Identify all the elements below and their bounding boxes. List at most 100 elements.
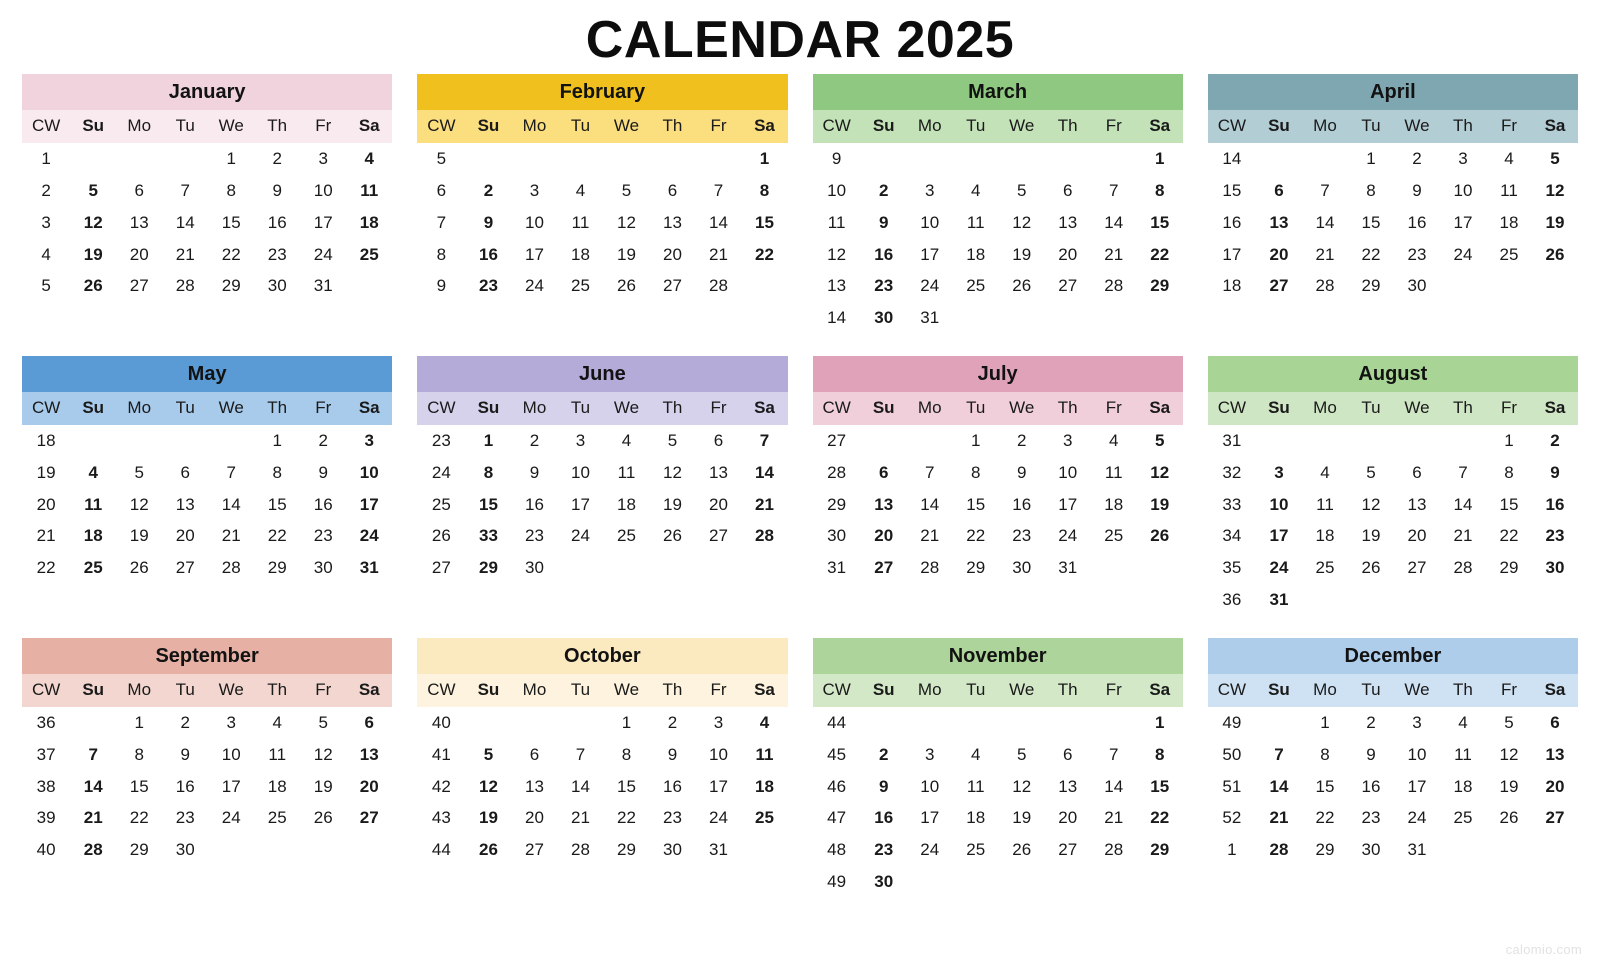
- day-cell[interactable]: 22: [603, 802, 650, 835]
- day-cell[interactable]: 7: [906, 456, 953, 489]
- day-cell[interactable]: 22: [741, 238, 788, 271]
- day-cell[interactable]: 20: [649, 238, 696, 271]
- day-cell[interactable]: 15: [1347, 206, 1394, 239]
- day-cell[interactable]: 27: [162, 552, 209, 585]
- day-cell[interactable]: 27: [1393, 552, 1440, 585]
- day-cell[interactable]: 17: [906, 238, 953, 271]
- day-cell[interactable]: 11: [557, 206, 604, 239]
- day-cell[interactable]: 28: [1090, 834, 1137, 867]
- day-cell[interactable]: 23: [998, 520, 1045, 553]
- day-cell[interactable]: 5: [1347, 456, 1394, 489]
- day-cell[interactable]: 19: [116, 520, 163, 553]
- day-cell[interactable]: 28: [557, 834, 604, 867]
- day-cell[interactable]: 29: [1136, 834, 1183, 867]
- day-cell[interactable]: 10: [557, 456, 604, 489]
- day-cell[interactable]: 5: [1485, 706, 1532, 739]
- day-cell[interactable]: 21: [70, 802, 117, 835]
- day-cell[interactable]: 25: [603, 520, 650, 553]
- day-cell[interactable]: 31: [906, 302, 953, 335]
- day-cell[interactable]: 4: [1439, 706, 1486, 739]
- day-cell[interactable]: 26: [1136, 520, 1183, 553]
- day-cell[interactable]: 20: [1255, 238, 1302, 271]
- day-cell[interactable]: 6: [162, 456, 209, 489]
- day-cell[interactable]: 19: [998, 238, 1045, 271]
- day-cell[interactable]: 22: [1485, 520, 1532, 553]
- day-cell[interactable]: 16: [1531, 488, 1578, 521]
- day-cell[interactable]: 12: [70, 206, 117, 239]
- day-cell[interactable]: 9: [860, 770, 907, 803]
- day-cell[interactable]: 14: [1301, 206, 1348, 239]
- day-cell[interactable]: 4: [1301, 456, 1348, 489]
- day-cell[interactable]: 2: [465, 174, 512, 207]
- day-cell[interactable]: 19: [300, 770, 347, 803]
- day-cell[interactable]: 29: [208, 270, 255, 303]
- day-cell[interactable]: 5: [70, 174, 117, 207]
- day-cell[interactable]: 33: [465, 520, 512, 553]
- day-cell[interactable]: 27: [1044, 270, 1091, 303]
- day-cell[interactable]: 1: [254, 424, 301, 457]
- day-cell[interactable]: 3: [906, 174, 953, 207]
- day-cell[interactable]: 12: [998, 770, 1045, 803]
- day-cell[interactable]: 4: [254, 706, 301, 739]
- day-cell[interactable]: 9: [162, 738, 209, 771]
- day-cell[interactable]: 6: [1044, 738, 1091, 771]
- day-cell[interactable]: 26: [998, 270, 1045, 303]
- day-cell[interactable]: 14: [1090, 206, 1137, 239]
- day-cell[interactable]: 12: [1347, 488, 1394, 521]
- day-cell[interactable]: 26: [649, 520, 696, 553]
- day-cell[interactable]: 21: [1090, 802, 1137, 835]
- day-cell[interactable]: 4: [70, 456, 117, 489]
- day-cell[interactable]: 16: [511, 488, 558, 521]
- day-cell[interactable]: 22: [116, 802, 163, 835]
- day-cell[interactable]: 1: [116, 706, 163, 739]
- day-cell[interactable]: 23: [254, 238, 301, 271]
- day-cell[interactable]: 6: [1255, 174, 1302, 207]
- day-cell[interactable]: 13: [162, 488, 209, 521]
- day-cell[interactable]: 25: [70, 552, 117, 585]
- day-cell[interactable]: 11: [1301, 488, 1348, 521]
- day-cell[interactable]: 21: [557, 802, 604, 835]
- day-cell[interactable]: 8: [1136, 738, 1183, 771]
- day-cell[interactable]: 12: [998, 206, 1045, 239]
- day-cell[interactable]: 4: [1485, 143, 1532, 175]
- day-cell[interactable]: 10: [1044, 456, 1091, 489]
- day-cell[interactable]: 15: [465, 488, 512, 521]
- day-cell[interactable]: 29: [1347, 270, 1394, 303]
- day-cell[interactable]: 16: [1393, 206, 1440, 239]
- day-cell[interactable]: 26: [465, 834, 512, 867]
- day-cell[interactable]: 27: [695, 520, 742, 553]
- day-cell[interactable]: 17: [1255, 520, 1302, 553]
- day-cell[interactable]: 21: [1439, 520, 1486, 553]
- day-cell[interactable]: 31: [695, 834, 742, 867]
- day-cell[interactable]: 14: [1255, 770, 1302, 803]
- day-cell[interactable]: 23: [511, 520, 558, 553]
- day-cell[interactable]: 6: [860, 456, 907, 489]
- day-cell[interactable]: 18: [1301, 520, 1348, 553]
- day-cell[interactable]: 23: [860, 270, 907, 303]
- day-cell[interactable]: 5: [116, 456, 163, 489]
- day-cell[interactable]: 20: [346, 770, 393, 803]
- day-cell[interactable]: 21: [162, 238, 209, 271]
- day-cell[interactable]: 21: [741, 488, 788, 521]
- day-cell[interactable]: 25: [1090, 520, 1137, 553]
- day-cell[interactable]: 9: [254, 174, 301, 207]
- day-cell[interactable]: 15: [116, 770, 163, 803]
- day-cell[interactable]: 28: [695, 270, 742, 303]
- day-cell[interactable]: 19: [649, 488, 696, 521]
- day-cell[interactable]: 11: [952, 770, 999, 803]
- day-cell[interactable]: 7: [557, 738, 604, 771]
- day-cell[interactable]: 4: [952, 738, 999, 771]
- day-cell[interactable]: 18: [1439, 770, 1486, 803]
- day-cell[interactable]: 29: [116, 834, 163, 867]
- day-cell[interactable]: 29: [1136, 270, 1183, 303]
- day-cell[interactable]: 24: [557, 520, 604, 553]
- day-cell[interactable]: 15: [952, 488, 999, 521]
- day-cell[interactable]: 25: [952, 270, 999, 303]
- day-cell[interactable]: 20: [162, 520, 209, 553]
- day-cell[interactable]: 20: [695, 488, 742, 521]
- day-cell[interactable]: 12: [1531, 174, 1578, 207]
- day-cell[interactable]: 5: [1531, 143, 1578, 175]
- day-cell[interactable]: 13: [649, 206, 696, 239]
- day-cell[interactable]: 7: [208, 456, 255, 489]
- day-cell[interactable]: 19: [998, 802, 1045, 835]
